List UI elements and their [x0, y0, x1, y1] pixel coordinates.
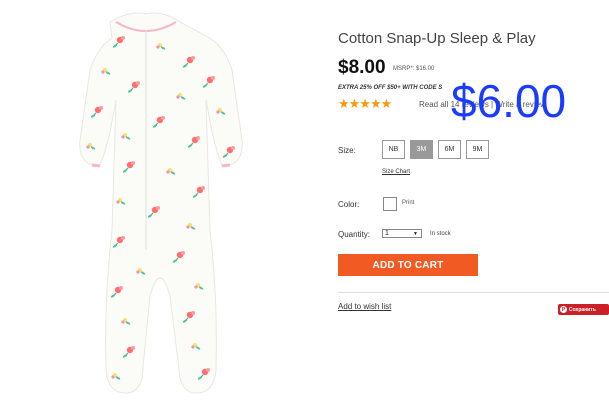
- stock-status: In stock: [430, 231, 451, 237]
- size-option-6m[interactable]: 6M: [438, 140, 461, 159]
- size-label: Size:: [338, 146, 356, 155]
- rating-stars-icon: ★★★★★: [338, 96, 392, 111]
- add-to-cart-button[interactable]: ADD TO CART: [338, 254, 478, 276]
- color-label: Color:: [338, 200, 360, 209]
- product-image: [79, 12, 243, 394]
- overlay-price: $6.00: [451, 75, 567, 127]
- size-chart-link[interactable]: Size Chart: [382, 169, 410, 175]
- size-option-nb[interactable]: NB: [382, 140, 405, 159]
- pinterest-icon: P: [560, 306, 567, 313]
- divider: [338, 292, 609, 293]
- promo-text: EXTRA 25% OFF $50+ WITH CODE S: [338, 85, 443, 91]
- chevron-down-icon: ▼: [413, 231, 418, 237]
- quantity-label: Quantity:: [338, 230, 371, 239]
- pinterest-save-label: Сохранить: [569, 306, 596, 313]
- msrp-price: MSRP*: $16.00: [393, 66, 435, 72]
- quantity-value: 1: [385, 230, 389, 237]
- add-to-wishlist-link[interactable]: Add to wish list: [338, 302, 391, 311]
- color-value: Print: [402, 200, 415, 206]
- size-option-9m[interactable]: 9M: [466, 140, 489, 159]
- product-title: Cotton Snap-Up Sleep & Play: [338, 30, 536, 47]
- size-option-3m[interactable]: 3M: [410, 140, 433, 159]
- product-price: $8.00: [338, 57, 386, 78]
- color-swatch-print[interactable]: [383, 197, 397, 211]
- pinterest-save-button[interactable]: P Сохранить: [558, 304, 609, 315]
- quantity-select[interactable]: 1 ▼: [382, 229, 422, 238]
